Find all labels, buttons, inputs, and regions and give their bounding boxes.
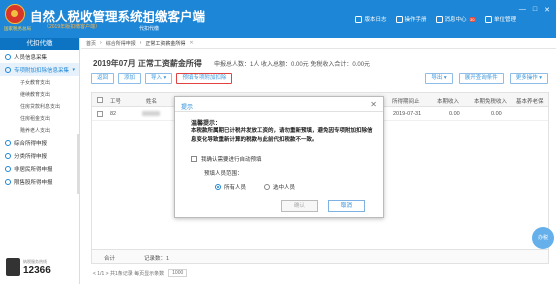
- prefill-scope-radios: 所有人员 选中人员: [215, 183, 295, 191]
- hotline-block: 纳税服务热线 12366: [6, 258, 51, 276]
- person-icon: [5, 53, 11, 60]
- chevron-down-icon: ▾: [72, 66, 75, 73]
- dialog-title: 提示: [181, 105, 194, 111]
- prefill-scope-label: 预填人员范围：: [204, 171, 243, 177]
- window-controls: — □ ✕: [519, 6, 550, 14]
- unit-icon: [484, 15, 492, 23]
- close-icon[interactable]: ✕: [544, 6, 550, 14]
- breadcrumb: 首页 › 综合所得申报 › 正常工资薪金所得 ✕: [81, 38, 556, 49]
- radio-selected-icon: [215, 184, 221, 190]
- sidebar-subitem-housing-rent[interactable]: 住房租金支出: [0, 112, 79, 124]
- hotline-number: 12366: [23, 264, 51, 276]
- sidebar-item-restricted-stock[interactable]: 限售股所得申报: [0, 175, 79, 188]
- manual-icon: [395, 15, 403, 23]
- message-count-badge: 30: [468, 16, 476, 22]
- confirm-button[interactable]: 确认: [281, 200, 318, 212]
- warm-tip-message: 本税款所属期已计税并发放工资的，请勿重新预填，避免因专项附加扣除信息变化导致重新…: [191, 128, 373, 143]
- app-subtitle: （2019年版扣缴客户端）: [44, 24, 101, 30]
- report-icon: [5, 139, 11, 146]
- top-links: 版本日志 操作手册 消息中心 30 单位管理: [355, 15, 516, 23]
- list-icon: [5, 66, 11, 73]
- breadcrumb-current: 正常工资薪金所得: [145, 40, 186, 47]
- breadcrumb-comprehensive[interactable]: 综合所得申报: [106, 40, 136, 47]
- prefill-dialog: 提示 ✕ 温馨提示： 本税款所属期已计税并发放工资的，请勿重新预填，避免因专项附…: [174, 96, 384, 218]
- sidebar-item-category[interactable]: 分类所得申报: [0, 149, 79, 162]
- hotline-icon: [6, 258, 20, 276]
- sidebar-subitem-housing-loan[interactable]: 住房贷款利息支出: [0, 100, 79, 112]
- nonresident-icon: [5, 165, 11, 172]
- emblem-caption: 国家税务总局: [4, 26, 31, 31]
- unit-management-link[interactable]: 单位管理: [484, 15, 516, 23]
- top-bar: 国家税务总局 自然人税收管理系统扣缴客户端 （2019年版扣缴客户端） 代扣代缴…: [0, 0, 556, 38]
- sidebar-subitem-children-edu[interactable]: 子女教育支出: [0, 76, 79, 88]
- confirm-prefill-label: 我确认需要进行自动预填: [201, 157, 262, 163]
- agent-icon: [144, 14, 154, 23]
- sidebar-item-special-deduction[interactable]: 专项附加扣除信息采集 ▾: [0, 63, 79, 76]
- cancel-button[interactable]: 取消: [328, 200, 365, 212]
- sidebar-subitem-continuing-edu[interactable]: 继续教育支出: [0, 88, 79, 100]
- stock-icon: [5, 178, 11, 185]
- tax-emblem-icon: [5, 4, 25, 24]
- message-icon: [435, 15, 443, 23]
- confirm-prefill-checkbox[interactable]: [191, 156, 197, 162]
- dialog-close-icon[interactable]: ✕: [370, 100, 377, 109]
- agent-button[interactable]: 代扣代缴: [138, 14, 160, 32]
- radio-selected-persons[interactable]: 选中人员: [264, 183, 295, 191]
- category-icon: [5, 152, 11, 159]
- sidebar-header: 代扣代缴: [0, 38, 79, 50]
- agent-label: 代扣代缴: [138, 26, 159, 32]
- sidebar-item-person-info[interactable]: 人员信息采集: [0, 50, 79, 63]
- tab-close-icon[interactable]: ✕: [189, 40, 193, 46]
- sidebar-item-nonresident[interactable]: 非居民所得申报: [0, 162, 79, 175]
- dialog-buttons: 确认 取消: [281, 200, 365, 212]
- dialog-divider: [175, 111, 383, 112]
- sidebar-item-comprehensive[interactable]: 综合所得申报: [0, 136, 79, 149]
- breadcrumb-home[interactable]: 首页: [86, 40, 96, 47]
- sidebar-scrollbar[interactable]: [77, 134, 79, 194]
- manual-link[interactable]: 操作手册: [395, 15, 427, 23]
- minimize-icon[interactable]: —: [519, 6, 526, 14]
- version-log-link[interactable]: 版本日志: [355, 15, 387, 23]
- message-center-link[interactable]: 消息中心 30: [435, 15, 476, 23]
- sidebar: 代扣代缴 人员信息采集 专项附加扣除信息采集 ▾ 子女教育支出 继续教育支出 住房…: [0, 38, 80, 284]
- version-icon: [355, 15, 363, 23]
- radio-all-persons[interactable]: 所有人员: [215, 183, 246, 191]
- maximize-icon[interactable]: □: [533, 6, 537, 14]
- radio-unselected-icon: [264, 184, 271, 190]
- warm-tip-title: 温馨提示：: [191, 121, 222, 127]
- confirm-prefill-option[interactable]: 我确认需要进行自动预填: [191, 155, 262, 163]
- sidebar-subitem-elderly-support[interactable]: 赡养老人支出: [0, 124, 79, 136]
- hotline-caption: 纳税服务热线: [23, 258, 47, 264]
